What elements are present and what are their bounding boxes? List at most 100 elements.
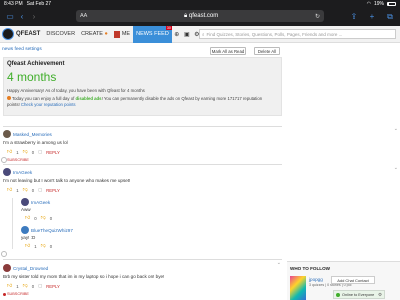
url-value: qfeast.com: [188, 12, 219, 19]
forward-icon[interactable]: ›: [28, 12, 40, 21]
suggested-user-name[interactable]: jpopgg: [309, 277, 323, 282]
online-status-icon: [336, 292, 340, 297]
username[interactable]: ImAGeek: [31, 200, 50, 205]
search-input[interactable]: ⌕ Find Quizzes, Stories, Questions, Poll…: [199, 29, 396, 39]
online-status-label: Online to Everyone: [342, 292, 375, 297]
avatar[interactable]: [21, 198, 29, 206]
nav-me[interactable]: ME: [111, 26, 133, 43]
thumbs-down-icon[interactable]: 👎︎: [41, 243, 46, 249]
username[interactable]: BlueTheQuizWhiz97: [31, 228, 73, 233]
search-icon: ⌕: [202, 31, 205, 37]
news-feed-badge: 30: [165, 25, 172, 30]
nav-create-label: CREATE: [81, 31, 103, 37]
username[interactable]: Masked_Memories: [13, 132, 52, 137]
create-icon: ●: [104, 31, 108, 37]
thumbs-down-icon[interactable]: 👎︎: [41, 215, 46, 221]
ach-line2-pre: Today you can enjoy a full day of: [12, 96, 76, 101]
reply-button[interactable]: REPLY: [46, 284, 60, 289]
me-avatar: [113, 30, 120, 38]
avatar[interactable]: [21, 226, 29, 234]
subscribe-button[interactable]: SUBSCRIBE: [3, 158, 282, 162]
safari-toolbar: ▭ ‹ › AA 🔒︎ qfeast.com ↻ ⇪ + ⧉: [0, 7, 400, 26]
nav-discover[interactable]: DISCOVER: [43, 26, 78, 43]
achievement-line2: Today you can enjoy a full day of disabl…: [7, 96, 278, 108]
ach-line3-pre: points!: [7, 102, 21, 107]
username[interactable]: ImAGeek: [13, 170, 32, 175]
comment-text: Brb my sister told my mom that im in my …: [3, 274, 165, 279]
reputation-link[interactable]: Check your reputation points: [21, 102, 76, 107]
feed-settings-row: news feed settings Mark All as Read Dele…: [0, 44, 400, 56]
search-placeholder: Find Quizzes, Stories, Questions, Polls,…: [206, 31, 343, 37]
divider: [3, 126, 282, 127]
avatar[interactable]: [3, 168, 11, 176]
list-item: ImAGeek I'm not leaving but I won't talk…: [3, 168, 282, 193]
delete-all-button[interactable]: Delete All: [254, 47, 280, 55]
reply-button[interactable]: REPLY: [46, 150, 60, 155]
subscribe-icon: [3, 292, 6, 296]
thumbs-up-icon[interactable]: 👍︎: [7, 149, 12, 155]
reply-thread: ImAGeek Aww 👍︎ 0 👎︎ 0 BlueTheQuizWhiz97 ya…: [12, 198, 282, 249]
address-bar[interactable]: AA 🔒︎ qfeast.com ↻: [76, 10, 324, 22]
logo[interactable]: QFEAST: [2, 28, 40, 40]
share-icon[interactable]: ⇪: [348, 12, 360, 22]
reply-button[interactable]: REPLY: [46, 188, 60, 193]
divider: [3, 164, 282, 165]
mark-all-read-button[interactable]: Mark All as Read: [210, 47, 246, 55]
nav-create[interactable]: CREATE ●: [78, 26, 111, 43]
thumbs-up-icon[interactable]: 👍︎: [25, 243, 30, 249]
back-icon[interactable]: ‹: [16, 12, 28, 21]
achievement-line1: Happy Anniversary! As of today, you have…: [7, 88, 145, 93]
username[interactable]: Crystal_Drowned: [13, 266, 48, 271]
like-count: 0: [34, 215, 37, 221]
thumbs-down-icon[interactable]: 👎︎: [23, 283, 28, 289]
avatar[interactable]: [3, 130, 11, 138]
url-text: 🔒︎ qfeast.com: [184, 12, 219, 19]
avatar[interactable]: [3, 264, 11, 272]
chat-icon[interactable]: ▣: [182, 26, 192, 43]
dislike-count: 0: [49, 215, 53, 221]
achievement-title: Qfeast Achievement: [7, 61, 65, 67]
suggested-user-avatar[interactable]: [290, 276, 306, 300]
text-size-button[interactable]: AA: [80, 13, 87, 19]
site-nav: QFEAST DISCOVER CREATE ● ME NEWS FEED 30 …: [0, 25, 400, 43]
online-status-bar[interactable]: Online to Everyone ⚙: [333, 290, 385, 299]
subscribe-label: SUBSCRIBE: [7, 158, 29, 162]
thumbs-up-icon[interactable]: 👍︎: [7, 187, 12, 193]
nav-news-feed[interactable]: NEWS FEED 30: [133, 25, 172, 43]
new-tab-icon[interactable]: +: [366, 12, 378, 22]
globe-icon[interactable]: ⊕: [172, 26, 182, 43]
like-count: 1: [16, 283, 19, 289]
dislike-count: 0: [31, 149, 35, 155]
sidebar-icon[interactable]: ▭: [4, 12, 16, 21]
gear-icon[interactable]: ⚙: [378, 292, 382, 298]
nav-news-feed-label: NEWS FEED: [136, 31, 169, 37]
logo-icon: [2, 28, 14, 40]
news-feed-settings-link[interactable]: news feed settings: [2, 47, 42, 52]
thumbs-up-icon[interactable]: 👍︎: [7, 283, 12, 289]
status-time: 8:43 PM: [4, 0, 23, 7]
reply-icon: ▢: [38, 283, 43, 288]
brand-name: QFEAST: [16, 31, 41, 37]
tabs-icon[interactable]: ⧉: [384, 12, 396, 22]
like-count: 1: [34, 243, 37, 249]
battery-icon: [387, 1, 396, 6]
ach-line2-highlight: disabled ads: [75, 96, 102, 101]
thumbs-down-icon[interactable]: 👎︎: [23, 187, 28, 193]
dislike-count: 0: [49, 243, 53, 249]
subscribe-button[interactable]: SUBSCRIBE: [3, 292, 282, 296]
comment-text: Aww: [21, 207, 31, 212]
chevron-down-icon[interactable]: ⌄: [394, 126, 398, 132]
thumbs-down-icon[interactable]: 👎︎: [23, 149, 28, 155]
feed-marker-icon: [1, 251, 7, 257]
ios-status-bar: 8:43 PM Sat Feb 27 ◠ 19%: [0, 0, 400, 7]
thumbs-up-icon[interactable]: 👍︎: [25, 215, 30, 221]
subscribe-label: SUBSCRIBE: [7, 292, 29, 296]
chevron-down-icon[interactable]: ⌄: [394, 165, 398, 171]
dislike-count: 0: [31, 283, 35, 289]
ach-line2-post: ! You can permanently disable the ads on…: [101, 96, 263, 101]
dislike-count: 0: [31, 187, 35, 193]
reload-icon[interactable]: ↻: [315, 13, 320, 20]
comment-text: I'm not leaving but I won't talk to anyo…: [3, 178, 131, 183]
add-chat-contact-button[interactable]: Add Chat Contact: [331, 276, 375, 284]
reply-icon: ▢: [38, 149, 43, 154]
